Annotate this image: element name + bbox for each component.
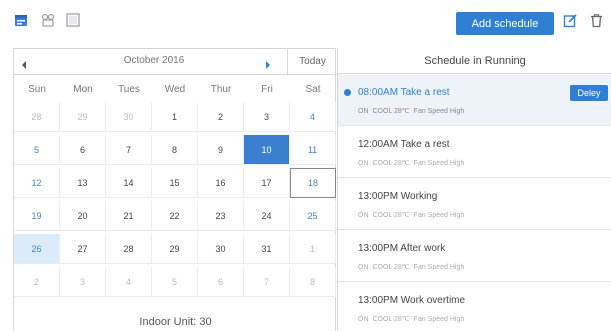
calendar-day[interactable]: 4 — [290, 102, 336, 132]
calendar-day[interactable]: 29 — [60, 102, 106, 132]
schedule-fan-speed: Fan Speed High — [413, 108, 465, 115]
calendar-day[interactable]: 1 — [152, 102, 198, 132]
schedule-time-title: 13:00PM After work — [358, 243, 446, 254]
weekday-header: Mon — [73, 83, 93, 95]
calendar-day[interactable]: 6 — [60, 135, 106, 165]
calendar-day[interactable]: 30 — [198, 234, 244, 264]
calendar-day[interactable]: 18 — [290, 168, 336, 198]
schedule-panel: Schedule in Running 08:00AM Take a rest O… — [337, 48, 611, 331]
calendar-day[interactable]: 11 — [290, 135, 336, 165]
calendar-day[interactable]: 25 — [290, 201, 336, 231]
running-dot-icon — [344, 89, 351, 96]
calendar-day[interactable]: 7 — [244, 267, 290, 297]
schedule-time-title: 12:00AM Take a rest — [358, 139, 450, 150]
weekday-header: Tues — [118, 83, 140, 95]
next-month-icon[interactable] — [264, 57, 274, 69]
calendar-day[interactable]: 5 — [152, 267, 198, 297]
schedule-details: ON COOL 28℃ Fan Speed High — [358, 107, 468, 115]
calendar-day[interactable]: 8 — [152, 135, 198, 165]
weekday-header: Thur — [210, 83, 232, 95]
schedule-status: ON — [358, 264, 369, 271]
calendar-day[interactable]: 22 — [152, 201, 198, 231]
calendar-day[interactable]: 21 — [106, 201, 152, 231]
grid-icon[interactable] — [64, 11, 82, 29]
calendar-day[interactable]: 28 — [106, 234, 152, 264]
calendar-icon[interactable] — [12, 11, 30, 29]
schedule-item[interactable]: 12:00AM Take a rest ON COOL 28℃ Fan Speed H… — [338, 127, 611, 178]
calendar-day[interactable]: 14 — [106, 168, 152, 198]
calendar-day[interactable]: 2 — [198, 102, 244, 132]
calendar-day[interactable]: 16 — [198, 168, 244, 198]
prev-month-icon[interactable] — [20, 57, 30, 69]
calendar-day[interactable]: 19 — [14, 201, 60, 231]
calendar-day[interactable]: 4 — [106, 267, 152, 297]
calendar-day[interactable]: 15 — [152, 168, 198, 198]
month-label: October 2016 — [123, 55, 185, 66]
calendar-day[interactable]: 26 — [14, 234, 60, 264]
schedule-mode: COOL 28℃ — [372, 160, 410, 167]
schedule-status: ON — [358, 316, 369, 323]
calendar-day[interactable]: 30 — [106, 102, 152, 132]
calendar-day[interactable]: 3 — [244, 102, 290, 132]
schedule-fan-speed: Fan Speed High — [413, 316, 465, 323]
weekday-header: Sun — [28, 83, 46, 95]
calendar-day[interactable]: 3 — [60, 267, 106, 297]
schedule-mode: COOL 28℃ — [372, 316, 410, 323]
calendar-day[interactable]: 12 — [14, 168, 60, 198]
calendar-day[interactable]: 29 — [152, 234, 198, 264]
weekday-header: Fri — [261, 83, 273, 95]
indoor-unit-label: Indoor Unit: 30 — [139, 316, 212, 328]
calendar-day[interactable]: 2 — [14, 267, 60, 297]
calendar-day[interactable]: 5 — [14, 135, 60, 165]
edit-icon[interactable] — [561, 11, 579, 29]
calendar-day[interactable]: 13 — [60, 168, 106, 198]
schedule-time-title: 13:00PM Working — [358, 191, 438, 202]
schedule-item[interactable]: 13:00PM Work overtime ON COOL 28℃ Fan Speed… — [338, 283, 611, 331]
toolbar: Add schedule — [0, 0, 611, 40]
calendar: October 2016 Today Sun Mon Tues Wed Thur Fri S… — [13, 48, 337, 331]
calendar-day[interactable]: 28 — [14, 102, 60, 132]
schedule-mode: COOL 28℃ — [372, 212, 410, 219]
calendar-day[interactable]: 9 — [198, 135, 244, 165]
schedule-fan-speed: Fan Speed High — [413, 160, 465, 167]
calendar-day[interactable]: 23 — [198, 201, 244, 231]
schedule-status: ON — [358, 212, 369, 219]
calendar-day[interactable]: 27 — [60, 234, 106, 264]
weekday-header: Sat — [305, 83, 321, 95]
schedule-item[interactable]: 13:00PM Working ON COOL 28℃ Fan Speed High — [338, 179, 611, 230]
calendar-day[interactable]: 31 — [244, 234, 290, 264]
add-schedule-button[interactable]: Add schedule — [456, 12, 554, 35]
weekday-header: Wed — [164, 83, 186, 95]
schedule-time-title: 08:00AM Take a rest — [358, 87, 450, 98]
schedule-status: ON — [358, 160, 369, 167]
schedule-item[interactable]: 13:00PM After work ON COOL 28℃ Fan Speed Hi… — [338, 231, 611, 282]
schedule-time-title: 13:00PM Work overtime — [358, 295, 466, 306]
calendar-day[interactable]: 7 — [106, 135, 152, 165]
schedule-item[interactable]: 08:00AM Take a rest ON COOL 28℃ Fan Speed H… — [338, 75, 611, 126]
calendar-day[interactable]: 1 — [290, 234, 336, 264]
today-button[interactable]: Today — [288, 49, 337, 75]
schedule-mode: COOL 28℃ — [372, 108, 410, 115]
schedule-fan-speed: Fan Speed High — [413, 264, 465, 271]
schedule-mode: COOL 28℃ — [372, 264, 410, 271]
schedule-details: ON COOL 28℃ Fan Speed High — [358, 263, 468, 271]
panel-title: Schedule in Running — [338, 48, 611, 74]
calendar-day[interactable]: 10 — [244, 135, 290, 165]
schedule-details: ON COOL 28℃ Fan Speed High — [358, 315, 468, 323]
calendar-day[interactable]: 6 — [198, 267, 244, 297]
trash-icon[interactable] — [587, 11, 605, 29]
calendar-nav: October 2016 — [14, 49, 288, 75]
schedule-details: ON COOL 28℃ Fan Speed High — [358, 211, 468, 219]
schedule-fan-speed: Fan Speed High — [413, 212, 465, 219]
calendar-day[interactable]: 20 — [60, 201, 106, 231]
delay-button[interactable]: Deley — [570, 85, 608, 101]
schedule-status: ON — [358, 108, 369, 115]
unit-icon[interactable] — [39, 11, 57, 29]
calendar-day[interactable]: 8 — [290, 267, 336, 297]
calendar-day[interactable]: 24 — [244, 201, 290, 231]
calendar-day[interactable]: 17 — [244, 168, 290, 198]
schedule-details: ON COOL 28℃ Fan Speed High — [358, 159, 468, 167]
